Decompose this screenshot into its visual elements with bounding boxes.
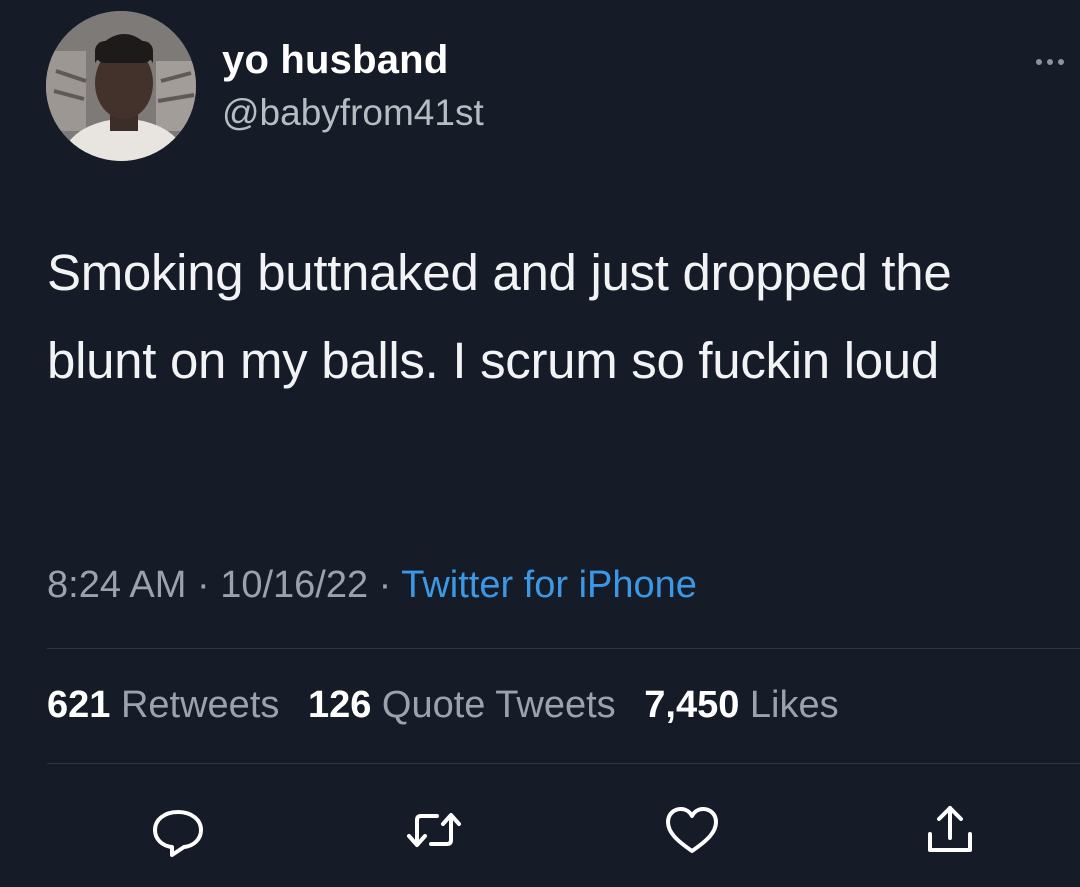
- quote-tweets-label: Quote Tweets: [381, 684, 616, 726]
- quote-tweets-stat[interactable]: 126 Quote Tweets: [308, 684, 616, 726]
- tweet-metadata: 8:24 AM · 10/16/22 · Twitter for iPhone: [47, 564, 697, 607]
- divider: [47, 648, 1080, 649]
- likes-stat[interactable]: 7,450 Likes: [644, 684, 838, 726]
- likes-count: 7,450: [644, 684, 740, 726]
- tweet-time: 8:24 AM: [47, 564, 187, 606]
- more-options-icon[interactable]: [1036, 56, 1080, 68]
- reply-button[interactable]: [148, 800, 208, 860]
- meta-separator: ·: [186, 564, 221, 606]
- retweet-icon: [407, 813, 461, 847]
- meta-separator: ·: [368, 564, 402, 606]
- author-name[interactable]: yo husband: [222, 38, 448, 83]
- tweet-source-link[interactable]: Twitter for iPhone: [401, 564, 697, 606]
- tweet-date: 10/16/22: [220, 564, 369, 606]
- retweet-button[interactable]: [404, 800, 464, 860]
- action-bar: [0, 800, 1080, 860]
- avatar[interactable]: [46, 11, 196, 161]
- share-icon: [928, 806, 972, 852]
- like-icon: [666, 807, 718, 853]
- tweet-stats: 621 Retweets 126 Quote Tweets 7,450 Like…: [47, 684, 857, 727]
- share-button[interactable]: [920, 800, 980, 860]
- quote-tweets-count: 126: [307, 684, 372, 726]
- divider: [47, 763, 1080, 764]
- likes-label: Likes: [749, 684, 839, 726]
- tweet-card: yo husband @babyfrom41st Smoking buttnak…: [0, 0, 1080, 887]
- retweets-stat[interactable]: 621 Retweets: [47, 684, 279, 726]
- retweets-label: Retweets: [120, 684, 280, 726]
- tweet-text: Smoking buttnaked and just dropped the b…: [47, 244, 952, 389]
- author-handle[interactable]: @babyfrom41st: [222, 92, 484, 134]
- like-button[interactable]: [662, 800, 722, 860]
- retweets-count: 621: [47, 684, 111, 726]
- reply-icon: [153, 810, 203, 857]
